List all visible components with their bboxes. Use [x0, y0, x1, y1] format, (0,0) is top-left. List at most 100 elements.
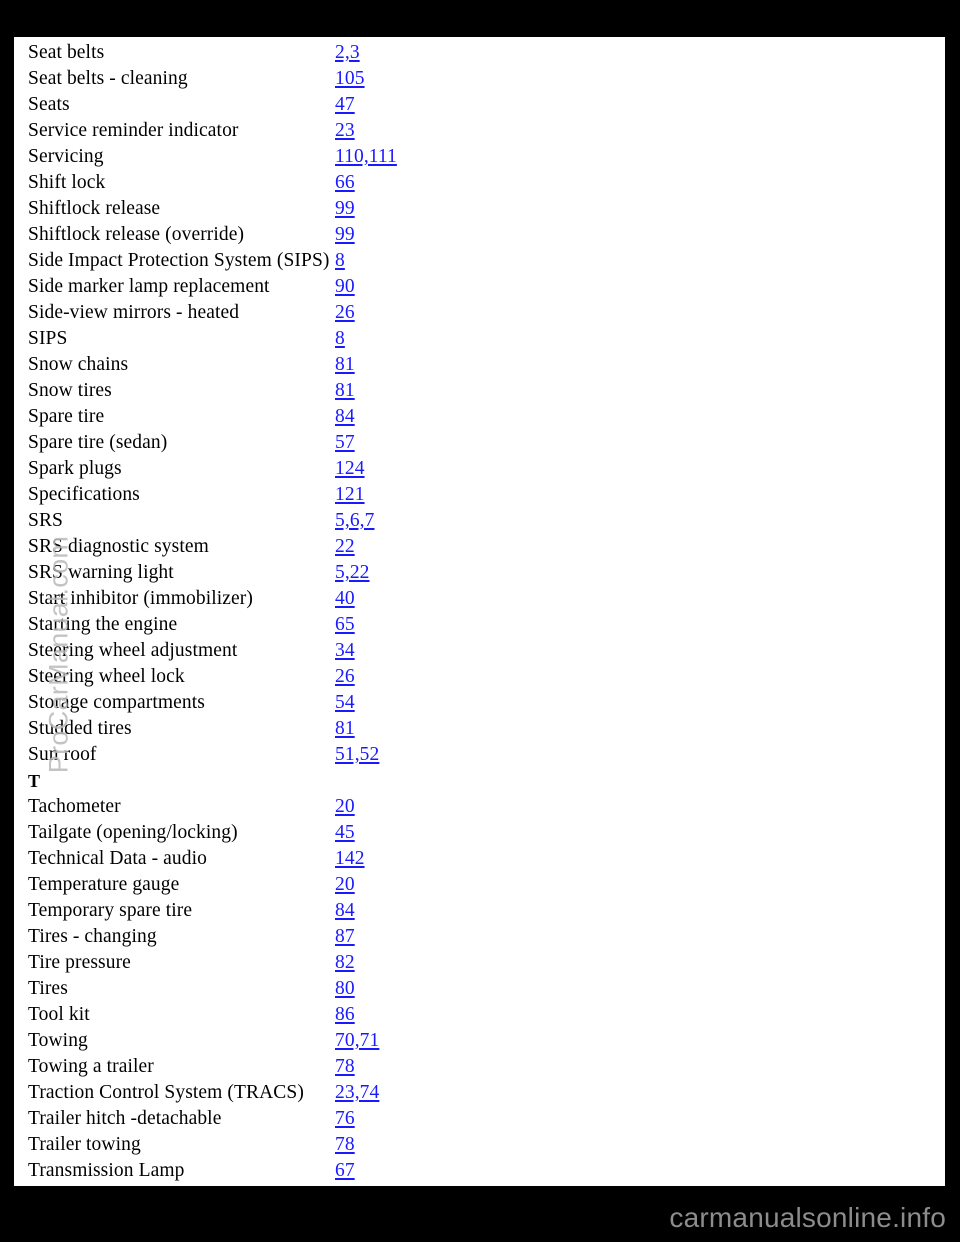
index-entry-page-link[interactable]: 8 — [335, 326, 345, 352]
index-entry-page-link[interactable]: 65 — [335, 612, 355, 638]
index-entry-term: Starting the engine — [28, 614, 178, 635]
index-entry-page-link[interactable]: 82 — [335, 950, 355, 976]
document-page-sheet: Seat belts 2,3 Seat belts - cleaning 105 Sea… — [14, 37, 945, 1186]
index-entry-term: SRS warning light — [28, 562, 174, 583]
index-entry-page-link[interactable]: 99 — [335, 222, 355, 248]
index-entry-row: Tailgate (opening/locking) 45 — [14, 820, 945, 846]
index-entry-page-link[interactable]: 78 — [335, 1132, 355, 1158]
index-entry-term: Snow chains — [28, 354, 129, 375]
index-entry-row: SIPS 8 — [14, 326, 945, 352]
index-entry-page-link[interactable]: 26 — [335, 664, 355, 690]
index-entry-term: Technical Data - audio — [28, 848, 207, 869]
index-entry-page-link[interactable]: 40 — [335, 586, 355, 612]
index-entry-page-link[interactable]: 110,111 — [335, 144, 397, 170]
index-entry-page-link[interactable]: 67 — [335, 1158, 355, 1184]
index-entry-page-link[interactable]: 87 — [335, 924, 355, 950]
index-entry-term: Snow tires — [28, 380, 112, 401]
index-entry-term: Service reminder indicator — [28, 120, 239, 141]
index-entry-term: Towing a trailer — [28, 1056, 154, 1077]
index-entry-page-link[interactable]: 99 — [335, 196, 355, 222]
index-entry-row: Side-view mirrors - heated 26 — [14, 300, 945, 326]
footer-brand-text: carmanualsonline.info — [669, 1202, 946, 1233]
index-entry-page-link[interactable]: 80 — [335, 976, 355, 1002]
index-entry-page-link[interactable]: 78 — [335, 1054, 355, 1080]
index-entry-page-link[interactable]: 51,52 — [335, 742, 379, 768]
index-entry-page-link[interactable]: 86 — [335, 1002, 355, 1028]
index-entry-term: Traction Control System (TRACS) — [28, 1082, 304, 1103]
index-entry-row: SRS 5,6,7 — [14, 508, 945, 534]
index-entry-term: Side-view mirrors - heated — [28, 302, 240, 323]
index-entry-page-link[interactable]: 23,74 — [335, 1080, 379, 1106]
index-entry-row: Studded tires 81 — [14, 716, 945, 742]
index-entry-row: Servicing 110,111 — [14, 144, 945, 170]
index-entry-term: Storage compartments — [28, 692, 205, 713]
index-entry-term: Seat belts - cleaning — [28, 68, 188, 89]
index-entry-page-link[interactable]: 66 — [335, 170, 355, 196]
index-entry-page-link[interactable]: 8 — [335, 248, 345, 274]
index-entry-term: Shiftlock release (override) — [28, 224, 245, 245]
index-entry-term: Towing — [28, 1030, 88, 1051]
index-entry-row: Trailer towing 78 — [14, 1132, 945, 1158]
index-entry-page-link[interactable]: 22 — [335, 534, 355, 560]
index-entry-row: Side marker lamp replacement 90 — [14, 274, 945, 300]
index-entry-row: Shift lock 66 — [14, 170, 945, 196]
index-entry-page-link[interactable]: 124 — [335, 456, 365, 482]
index-entry-page-link[interactable]: 47 — [335, 92, 355, 118]
index-entry-row: Snow chains 81 — [14, 352, 945, 378]
index-entry-page-link[interactable]: 23 — [335, 118, 355, 144]
index-entry-row: Shiftlock release (override) 99 — [14, 222, 945, 248]
index-entry-row: Tachometer 20 — [14, 794, 945, 820]
index-entry-page-link[interactable]: 84 — [335, 404, 355, 430]
index-entry-page-link[interactable]: 70,71 — [335, 1028, 379, 1054]
index-entry-row: Transmission Lamp 67 — [14, 1158, 945, 1184]
index-entry-page-link[interactable]: 20 — [335, 872, 355, 898]
index-entry-page-link[interactable]: 2,3 — [335, 40, 360, 66]
index-entry-page-link[interactable]: 81 — [335, 352, 355, 378]
index-entry-row: Temperature gauge 20 — [14, 872, 945, 898]
index-entry-term: Tires — [28, 978, 68, 999]
index-entry-page-link[interactable]: 54 — [335, 690, 355, 716]
index-entry-page-link[interactable]: 76 — [335, 1106, 355, 1132]
index-entry-term: Tire pressure — [28, 952, 131, 973]
index-entry-term: SRS — [28, 510, 63, 531]
index-entry-term: Spare tire (sedan) — [28, 432, 168, 453]
index-entry-row: Tires 80 — [14, 976, 945, 1002]
index-entry-page-link[interactable]: 81 — [335, 378, 355, 404]
index-entry-term: SIPS — [28, 328, 68, 349]
index-entry-term: Tool kit — [28, 1004, 90, 1025]
index-entry-page-link[interactable]: 57 — [335, 430, 355, 456]
index-entry-term: Spare tire — [28, 406, 105, 427]
index-entry-row: Spark plugs 124 — [14, 456, 945, 482]
index-entry-page-link[interactable]: 90 — [335, 274, 355, 300]
index-entry-term: Start inhibitor (immobilizer) — [28, 588, 253, 609]
index-entry-term: Shift lock — [28, 172, 106, 193]
index-entry-term: Steering wheel lock — [28, 666, 185, 687]
index-entry-page-link[interactable]: 121 — [335, 482, 365, 508]
index-entry-term: Side marker lamp replacement — [28, 276, 270, 297]
index-entry-row: SRS diagnostic system 22 — [14, 534, 945, 560]
index-section-letter: T — [28, 771, 41, 791]
index-entry-page-link[interactable]: 34 — [335, 638, 355, 664]
index-entry-page-link[interactable]: 20 — [335, 794, 355, 820]
index-entry-page-link[interactable]: 45 — [335, 820, 355, 846]
index-entry-page-link[interactable]: 142 — [335, 846, 365, 872]
index-entry-term: Trailer towing — [28, 1134, 141, 1155]
index-entry-term: SRS diagnostic system — [28, 536, 209, 557]
index-entry-row: Steering wheel adjustment 34 — [14, 638, 945, 664]
index-entry-term: Tires - changing — [28, 926, 157, 947]
index-entry-row: Specifications 121 — [14, 482, 945, 508]
index-entry-page-link[interactable]: 5,6,7 — [335, 508, 375, 534]
index-entry-page-link[interactable]: 81 — [335, 716, 355, 742]
index-entry-page-link[interactable]: 5,22 — [335, 560, 370, 586]
index-entry-page-link[interactable]: 105 — [335, 66, 365, 92]
index-entry-row: Towing 70,71 — [14, 1028, 945, 1054]
index-entry-term: Temperature gauge — [28, 874, 180, 895]
index-entry-term: Servicing — [28, 146, 104, 167]
index-entry-term: Spark plugs — [28, 458, 122, 479]
index-entry-page-link[interactable]: 26 — [335, 300, 355, 326]
index-entry-row: Starting the engine 65 — [14, 612, 945, 638]
index-entry-term: Side Impact Protection System (SIPS) — [28, 250, 330, 271]
index-entry-row: Seat belts 2,3 — [14, 40, 945, 66]
index-entry-list: Seat belts 2,3 Seat belts - cleaning 105 Sea… — [14, 37, 945, 1184]
index-entry-page-link[interactable]: 84 — [335, 898, 355, 924]
